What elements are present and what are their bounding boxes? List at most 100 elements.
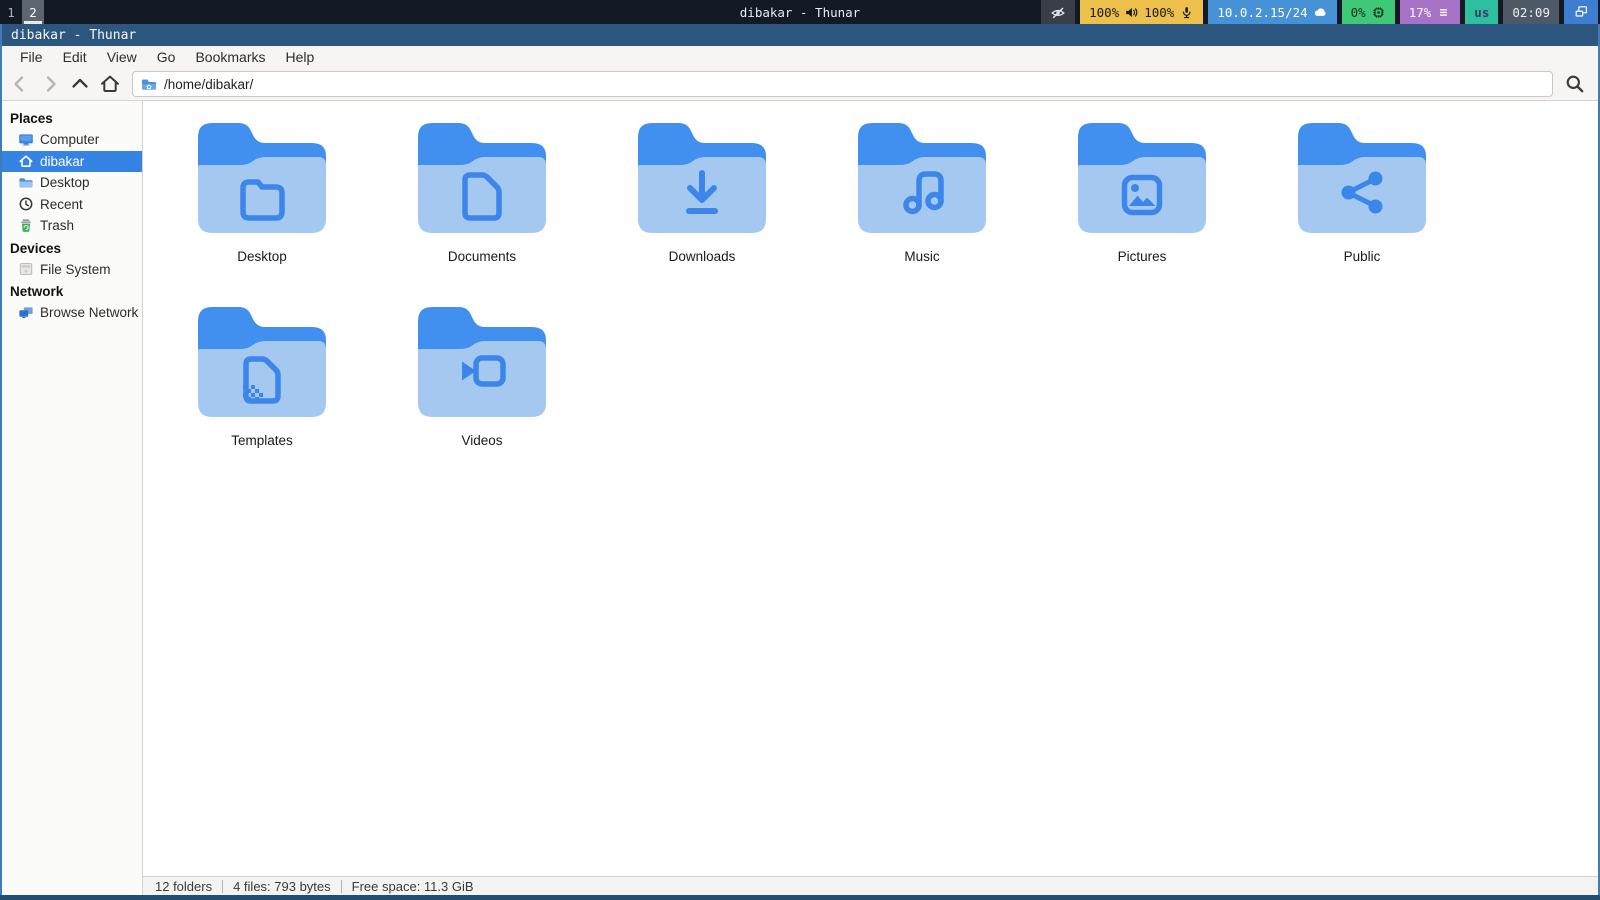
menu-view[interactable]: View <box>97 49 147 65</box>
home-button[interactable] <box>96 71 124 97</box>
computer-icon <box>18 132 34 148</box>
sidebar-item-label: Trash <box>40 218 74 233</box>
menu-bookmarks[interactable]: Bookmarks <box>185 49 275 65</box>
file-item-videos[interactable]: Videos <box>372 299 592 483</box>
menubar: FileEditViewGoBookmarksHelp <box>2 46 1598 68</box>
sidebar-item-label: Computer <box>40 132 99 147</box>
sidebar-item-dibakar[interactable]: dibakar <box>2 151 142 173</box>
clock-time: 02:09 <box>1512 5 1550 20</box>
up-icon <box>69 73 91 95</box>
sidebar-item-desktop[interactable]: Desktop <box>2 172 142 194</box>
file-label: Documents <box>448 249 516 264</box>
search-icon <box>1564 73 1586 95</box>
sidebar-item-recent[interactable]: Recent <box>2 194 142 216</box>
file-item-templates[interactable]: Templates <box>152 299 372 483</box>
folder-file-icon <box>418 115 546 243</box>
browse-network-icon <box>18 305 34 321</box>
window-titlebar[interactable]: dibakar - Thunar <box>2 24 1598 46</box>
workspace-2[interactable]: 2 <box>22 0 44 24</box>
file-label: Videos <box>461 433 502 448</box>
file-label: Desktop <box>237 249 287 264</box>
cpu-chip-icon <box>1371 5 1386 20</box>
forward-icon <box>39 73 61 95</box>
sidebar-header-places: Places <box>2 107 142 129</box>
file-item-music[interactable]: Music <box>812 115 1032 299</box>
home-icon <box>18 153 34 169</box>
keyboard-layout-block: us <box>1465 0 1498 24</box>
status-file-count: 4 files: 793 bytes <box>233 879 331 894</box>
sidebar-item-file-system[interactable]: File System <box>2 259 142 281</box>
path-folder-icon <box>141 76 157 92</box>
path-bar[interactable]: /home/dibakar/ <box>132 71 1553 97</box>
file-item-desktop[interactable]: Desktop <box>152 115 372 299</box>
mic-level: 100% <box>1144 5 1174 20</box>
sidebar-item-computer[interactable]: Computer <box>2 129 142 151</box>
window-title: dibakar - Thunar <box>11 28 136 43</box>
file-item-downloads[interactable]: Downloads <box>592 115 812 299</box>
side-pane: Places Computer dibakar Desktop Recent T… <box>2 101 143 895</box>
back-icon <box>9 73 31 95</box>
sidebar-item-browse-network[interactable]: Browse Network <box>2 302 142 324</box>
tray-block[interactable] <box>1564 0 1598 24</box>
file-label: Public <box>1344 249 1381 264</box>
folder-share-icon <box>1298 115 1426 243</box>
status-divider <box>222 880 223 893</box>
menu-go[interactable]: Go <box>147 49 186 65</box>
volume-level: 100% <box>1089 5 1119 20</box>
file-label: Pictures <box>1118 249 1167 264</box>
cpu-usage: 0% <box>1351 5 1366 20</box>
status-divider <box>341 880 342 893</box>
speaker-icon <box>1124 5 1139 20</box>
memory-block: 17% <box>1400 0 1461 24</box>
menu-help[interactable]: Help <box>276 49 325 65</box>
status-free-space: Free space: 11.3 GiB <box>352 879 474 894</box>
sidebar-item-label: Recent <box>40 197 83 212</box>
menu-edit[interactable]: Edit <box>53 49 97 65</box>
file-item-documents[interactable]: Documents <box>372 115 592 299</box>
status-blocks: 100% 100% 10.0.2.15/24 0% 17% us 02:09 <box>1041 0 1600 24</box>
forward-button[interactable] <box>36 71 64 97</box>
privacy-block <box>1041 0 1075 24</box>
trash-icon <box>18 218 34 234</box>
folder-desktop-icon <box>18 175 34 191</box>
memory-usage: 17% <box>1409 5 1432 20</box>
folder-download-icon <box>638 115 766 243</box>
search-button[interactable] <box>1560 71 1590 97</box>
menu-file[interactable]: File <box>10 49 53 65</box>
workspace-1[interactable]: 1 <box>0 0 22 24</box>
content-area: Places Computer dibakar Desktop Recent T… <box>2 101 1598 895</box>
file-label: Templates <box>231 433 293 448</box>
file-label: Music <box>904 249 939 264</box>
up-button[interactable] <box>66 71 94 97</box>
clock-block: 02:09 <box>1503 0 1559 24</box>
ip-address: 10.0.2.15/24 <box>1217 5 1307 20</box>
keyboard-layout: us <box>1474 5 1489 20</box>
sidebar-item-label: Browse Network <box>40 305 138 320</box>
sidebar-header-devices: Devices <box>2 237 142 259</box>
eye-slash-icon <box>1050 4 1066 20</box>
microphone-icon <box>1179 5 1194 20</box>
recent-icon <box>18 196 34 212</box>
status-folder-count: 12 folders <box>155 879 212 894</box>
sidebar-item-label: Desktop <box>40 175 90 190</box>
folder-music-icon <box>858 115 986 243</box>
home-toolbar-icon <box>99 73 121 95</box>
sidebar-item-label: File System <box>40 262 111 277</box>
cpu-block: 0% <box>1342 0 1395 24</box>
file-item-public[interactable]: Public <box>1252 115 1472 299</box>
current-path: /home/dibakar/ <box>164 77 253 92</box>
network-block: 10.0.2.15/24 <box>1208 0 1336 24</box>
system-bar: 12 dibakar - Thunar 100% 100% 10.0.2.15/… <box>0 0 1600 24</box>
file-icon-view[interactable]: Desktop Documents Downloads Music Pictur… <box>143 101 1598 876</box>
audio-block: 100% 100% <box>1080 0 1203 24</box>
folder-image-icon <box>1078 115 1206 243</box>
workspace-label: 1 <box>7 5 15 20</box>
file-item-pictures[interactable]: Pictures <box>1032 115 1252 299</box>
statusbar: 12 folders 4 files: 793 bytes Free space… <box>143 876 1598 895</box>
window-bottom-border <box>0 895 1600 900</box>
sidebar-item-trash[interactable]: Trash <box>2 215 142 237</box>
back-button[interactable] <box>6 71 34 97</box>
folder-file-dotted-icon <box>198 299 326 427</box>
file-label: Downloads <box>669 249 736 264</box>
filesystem-icon <box>18 261 34 277</box>
